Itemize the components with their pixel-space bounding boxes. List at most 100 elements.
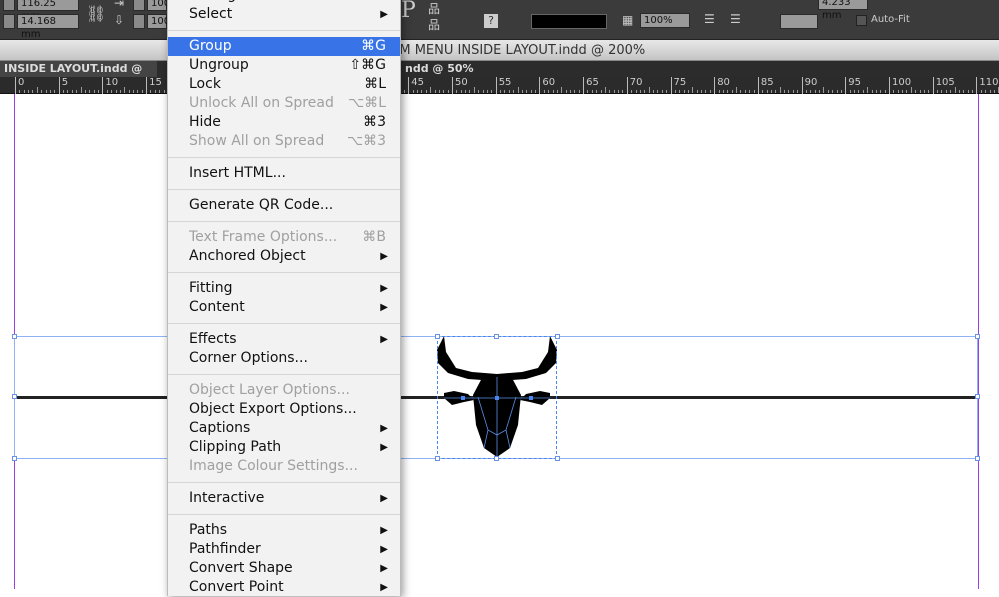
menu-item-lock[interactable]: Lock ⌘L (168, 75, 400, 94)
ruler-tick (779, 87, 781, 93)
wrap-around-icon[interactable]: ☰ (704, 12, 715, 26)
menu-item-fitting[interactable]: Fitting ▶ (168, 279, 400, 298)
ruler-tick (49, 90, 51, 93)
menu-item-label: Clipping Path (189, 439, 282, 455)
select-content-icon[interactable]: 品 (428, 16, 440, 33)
constrain-proportions-icon[interactable]: ⛓ (86, 4, 106, 23)
tab-document-200[interactable]: INSIDE LAYOUT.indd @ 200% (0, 61, 157, 91)
wrap-jump-icon[interactable]: ☰ (730, 12, 741, 26)
menu-item-paths[interactable]: Paths ▶ (168, 521, 400, 540)
ruler-tick (504, 90, 506, 93)
menu-item-insert-html[interactable]: Insert HTML... (168, 164, 400, 183)
ruler-tick (648, 87, 650, 93)
menu-separator (168, 151, 400, 164)
menu-item-text-frame-options: Text Frame Options... ⌘B (168, 228, 400, 247)
horizontal-ruler[interactable]: 0510152025303540455055606570758085909510… (0, 77, 999, 94)
autofit-checkbox[interactable] (856, 15, 867, 26)
selection-handle[interactable] (435, 334, 440, 339)
submenu-arrow-icon: ▶ (380, 283, 388, 294)
selection-handle[interactable] (435, 456, 440, 461)
ruler-tick (403, 90, 405, 93)
ruler-tick (683, 90, 685, 93)
ruler-tick (805, 90, 807, 93)
graphic-selection-box (437, 336, 557, 459)
menu-item-show-all-on-spread: Show All on Spread ⌥⌘3 (168, 132, 400, 151)
ruler-tick (980, 90, 982, 93)
y-stepper[interactable] (3, 0, 15, 11)
ruler-tick (967, 90, 969, 93)
menu-item-anchored-object[interactable]: Anchored Object ▶ (168, 247, 400, 266)
selection-handle[interactable] (12, 394, 17, 399)
ruler-tick (600, 90, 602, 93)
select-container-icon[interactable]: 品 (428, 0, 440, 17)
scale-x-stepper[interactable] (133, 0, 145, 11)
ruler-tick (500, 90, 502, 93)
menu-item-convert-point[interactable]: Convert Point ▶ (168, 578, 400, 597)
ruler-tick (884, 90, 886, 93)
ruler-tick (23, 90, 25, 93)
menu-item-hide[interactable]: Hide ⌘3 (168, 113, 400, 132)
menu-item-pathfinder[interactable]: Pathfinder ▶ (168, 540, 400, 559)
selection-handle[interactable] (12, 334, 17, 339)
menu-item-group[interactable]: Group ⌘G (168, 37, 400, 56)
menu-item-clipping-path[interactable]: Clipping Path ▶ (168, 438, 400, 457)
ruler-tick (469, 90, 471, 93)
ruler-tick (425, 90, 427, 93)
scale-y-field[interactable]: 100% (147, 14, 180, 29)
document-canvas[interactable] (0, 94, 999, 589)
help-icon[interactable]: ? (484, 14, 498, 28)
menu-shortcut: ⌥⌘L (348, 95, 386, 111)
h-field[interactable]: 14.168 mm (17, 14, 79, 40)
selection-handle[interactable] (975, 456, 980, 461)
selection-handle[interactable] (975, 394, 980, 399)
selection-handle[interactable] (555, 456, 560, 461)
menu-item-label: Fitting (189, 280, 233, 296)
selection-handle[interactable] (494, 456, 499, 461)
ruler-tick (875, 90, 877, 93)
menu-item-object-export-options[interactable]: Object Export Options... (168, 400, 400, 419)
menu-item-convert-shape[interactable]: Convert Shape ▶ (168, 559, 400, 578)
menu-item-captions[interactable]: Captions ▶ (168, 419, 400, 438)
menu-item-effects[interactable]: Effects ▶ (168, 330, 400, 349)
h-stepper[interactable] (3, 14, 15, 29)
menu-item-label: Lock (189, 76, 221, 92)
ruler-tick (128, 90, 130, 93)
scale-x-field[interactable]: 100% (147, 0, 180, 11)
ruler-tick (613, 90, 615, 93)
tab-document-50[interactable]: ndd @ 50% (401, 61, 481, 77)
ruler-tick (897, 90, 899, 93)
menu-shortcut: ⇧⌘G (349, 57, 386, 73)
stroke-style-select[interactable] (780, 14, 818, 29)
scale-y-stepper[interactable] (133, 14, 145, 29)
window-title-bar: ZOOM MENU INSIDE LAYOUT.indd @ 200% (0, 40, 999, 61)
ruler-tick (84, 90, 86, 93)
menu-item-select[interactable]: Select ▶ (168, 5, 400, 24)
ruler-tick (132, 90, 134, 93)
opacity-field[interactable]: 100% (640, 13, 690, 28)
ruler-tick (819, 90, 821, 93)
ruler-label: 110 (976, 77, 998, 94)
ruler-tick (28, 90, 30, 93)
menu-item-content[interactable]: Content ▶ (168, 298, 400, 317)
ruler-tick (832, 90, 834, 93)
stroke-color-swatch[interactable] (531, 14, 607, 29)
ruler-tick (163, 90, 165, 93)
menu-shortcut: ⌘3 (363, 114, 386, 130)
selection-handle[interactable] (975, 334, 980, 339)
selection-handle[interactable] (12, 456, 17, 461)
text-wrap-icon[interactable]: P (401, 0, 416, 23)
y-field[interactable]: 116.25 mm (17, 0, 79, 22)
ruler-tick (788, 90, 790, 93)
scale-y-icon: ⇩ (114, 13, 125, 27)
menu-shortcut: ⌘B (362, 229, 386, 245)
stroke-weight-field[interactable]: 4.233 mm (818, 0, 868, 21)
menu-item-interactive[interactable]: Interactive ▶ (168, 489, 400, 508)
selection-handle[interactable] (494, 334, 499, 339)
menu-item-corner-options[interactable]: Corner Options... (168, 349, 400, 368)
selection-handle[interactable] (555, 334, 560, 339)
menu-item-ungroup[interactable]: Ungroup ⇧⌘G (168, 56, 400, 75)
menu-separator (168, 476, 400, 489)
menu-shortcut: ⌘G (361, 38, 386, 54)
ruler-tick (722, 90, 724, 93)
menu-item-generate-qr-code[interactable]: Generate QR Code... (168, 196, 400, 215)
